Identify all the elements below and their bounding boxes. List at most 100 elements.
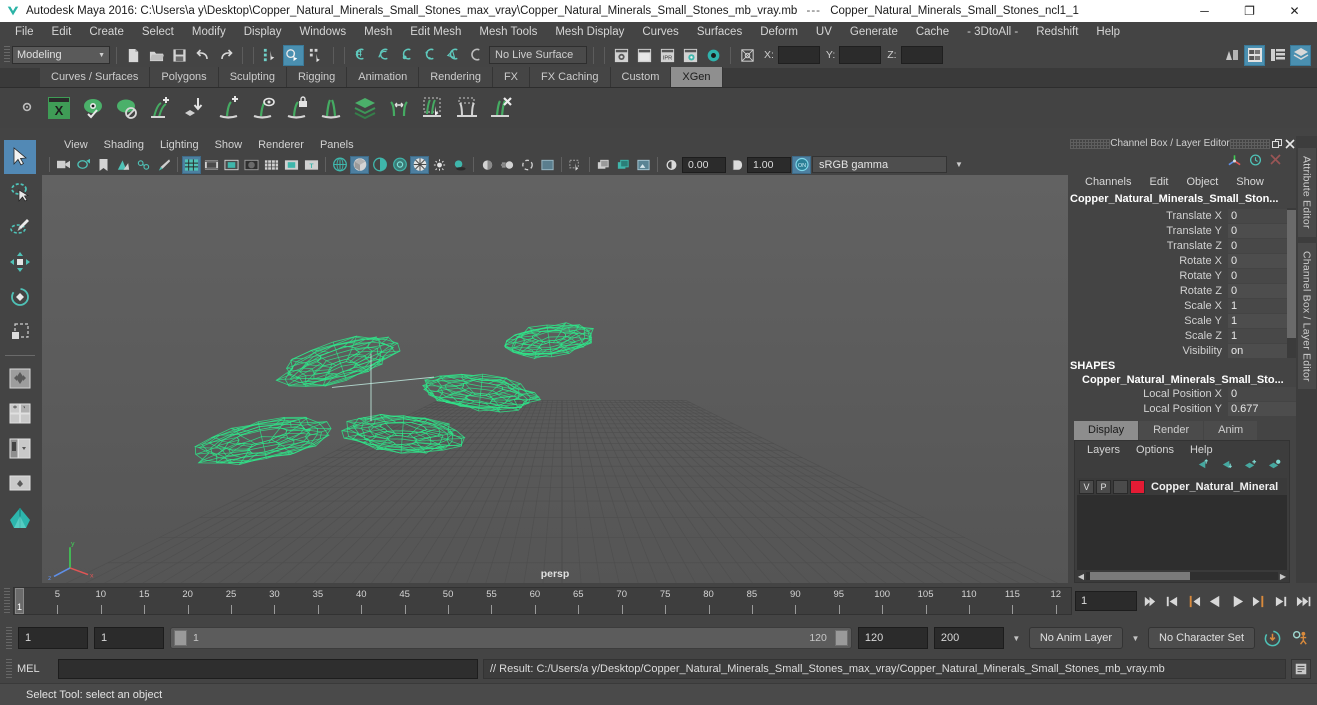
viewport-menu-view[interactable]: View — [56, 138, 96, 152]
z-coord-field[interactable] — [900, 46, 943, 64]
live-surface-field[interactable]: No Live Surface — [489, 46, 587, 64]
bookmark-icon[interactable] — [94, 156, 113, 174]
shelf-tab-sculpting[interactable]: Sculpting — [218, 67, 287, 87]
multisample-icon[interactable] — [518, 156, 537, 174]
time-slider-track[interactable]: 1 5 10 15 20 25 30 35 40 45 50 55 60 65 70 75 80 85 90 95 1… — [13, 587, 1072, 615]
channel-attribute-row[interactable]: Rotate Z 0 — [1068, 283, 1296, 298]
shade-x-ray-icon[interactable] — [370, 156, 389, 174]
layer-display-mode-toggle[interactable] — [1113, 479, 1128, 494]
viewport-menu-show[interactable]: Show — [207, 138, 251, 152]
image-plane-icon[interactable] — [114, 156, 133, 174]
channel-attribute-value[interactable]: 0 — [1228, 238, 1296, 253]
display-layer-alt-icon[interactable] — [614, 156, 633, 174]
channel-attribute-value[interactable]: 1 — [1228, 328, 1296, 343]
step-back-key-icon[interactable] — [1184, 589, 1203, 613]
menu-item-edit-mesh[interactable]: Edit Mesh — [401, 24, 470, 40]
viewport-menu-lighting[interactable]: Lighting — [152, 138, 207, 152]
channel-box-close-icon[interactable] — [1269, 153, 1282, 171]
menu-item-mesh-display[interactable]: Mesh Display — [546, 24, 633, 40]
menu-item-file[interactable]: File — [6, 24, 43, 40]
viewport-menu-panels[interactable]: Panels — [312, 138, 362, 152]
show-hide-tool-settings-icon[interactable] — [1267, 45, 1288, 66]
channel-attribute-value[interactable]: 1 — [1228, 298, 1296, 313]
last-tool-used[interactable] — [4, 362, 36, 396]
anim-start-field[interactable]: 1 — [18, 627, 88, 649]
range-end-handle[interactable] — [834, 630, 848, 646]
menuset-selector[interactable]: Modeling ▼ — [12, 46, 110, 64]
channel-attribute-value[interactable]: 0 — [1228, 283, 1296, 298]
menu-item-select[interactable]: Select — [133, 24, 183, 40]
layer-list-hscrollbar[interactable]: ◀ ▶ — [1075, 570, 1289, 582]
snap-to-view-plane-icon[interactable] — [443, 45, 464, 66]
xgen-preview-guide-icon[interactable] — [248, 93, 278, 123]
minimize-button[interactable]: ─ — [1182, 0, 1227, 22]
y-coord-field[interactable] — [839, 46, 882, 64]
show-hide-attribute-editor-icon[interactable] — [1244, 44, 1265, 66]
animation-preferences-icon[interactable] — [1289, 627, 1311, 649]
viewport-3d-scene[interactable]: y z x — [42, 175, 1068, 583]
display-layer-icon[interactable] — [594, 156, 613, 174]
paint-effects-toggle-icon[interactable] — [154, 156, 173, 174]
single-perspective-layout[interactable] — [4, 467, 36, 501]
xgen-preview-icon[interactable] — [78, 93, 108, 123]
menu-item-help[interactable]: Help — [1087, 24, 1129, 40]
panel-drag-handle[interactable] — [1070, 138, 1110, 149]
layer-editor-tab-anim[interactable]: Anim — [1204, 421, 1258, 440]
channel-attribute-row[interactable]: Scale Z 1 — [1068, 328, 1296, 343]
open-scene-icon[interactable] — [146, 45, 167, 66]
scale-tool[interactable] — [4, 315, 36, 349]
menu-item-mesh[interactable]: Mesh — [355, 24, 401, 40]
resolution-gate-icon[interactable] — [222, 156, 241, 174]
channel-box-menu-object[interactable]: Object — [1177, 175, 1227, 189]
layer-editor-menu-options[interactable]: Options — [1128, 443, 1182, 457]
motion-blur-icon[interactable] — [498, 156, 517, 174]
channel-attribute-value[interactable]: 0 — [1228, 223, 1296, 238]
layer-editor-tab-display[interactable]: Display — [1074, 421, 1139, 440]
xgen-import-collection-icon[interactable] — [180, 93, 210, 123]
viewport-menu-shading[interactable]: Shading — [96, 138, 152, 152]
persp-outliner-layout[interactable] — [4, 432, 36, 466]
screen-space-ao-icon[interactable] — [478, 156, 497, 174]
render-view-icon[interactable] — [611, 45, 632, 66]
menu-item-deform[interactable]: Deform — [751, 24, 807, 40]
step-forward-frame-icon[interactable] — [1272, 589, 1291, 613]
select-object-icon[interactable] — [283, 44, 304, 66]
grid-toggle-icon[interactable] — [182, 155, 201, 174]
isolate-select-icon[interactable] — [538, 156, 557, 174]
channel-attribute-value[interactable]: 0 — [1228, 208, 1296, 223]
command-language-label[interactable]: MEL — [17, 663, 53, 675]
layer-visibility-toggle[interactable]: V — [1079, 479, 1094, 494]
script-editor-icon[interactable] — [1291, 659, 1311, 679]
snap-to-projected-center-icon[interactable] — [420, 45, 441, 66]
shelf-tab-polygons[interactable]: Polygons — [150, 67, 219, 87]
grease-pencil-icon[interactable] — [134, 156, 153, 174]
render-settings-icon[interactable] — [680, 45, 701, 66]
viewport-canvas[interactable]: y z x persp — [42, 175, 1068, 583]
layer-name-label[interactable]: Copper_Natural_Mineral — [1151, 481, 1278, 493]
play-forwards-icon[interactable] — [1228, 589, 1247, 613]
render-current-frame-icon[interactable] — [634, 45, 655, 66]
menu-item-edit[interactable]: Edit — [43, 24, 81, 40]
menu-item-windows[interactable]: Windows — [290, 24, 355, 40]
xgen-add-guide-icon[interactable] — [214, 93, 244, 123]
maya-paint-effects-icon[interactable] — [4, 502, 36, 536]
channel-attribute-row[interactable]: Translate Y 0 — [1068, 223, 1296, 238]
view-transform-icon[interactable]: ON — [792, 155, 811, 174]
chevron-down-icon[interactable]: ▼ — [1010, 634, 1023, 643]
range-start-handle[interactable] — [174, 630, 187, 646]
channel-attribute-row[interactable]: Rotate Y 0 — [1068, 268, 1296, 283]
xray-toggle-icon[interactable] — [566, 156, 585, 174]
anim-layer-selector[interactable]: No Anim Layer — [1028, 627, 1124, 649]
step-back-frame-icon[interactable] — [1162, 589, 1181, 613]
xgen-lock-guide-icon[interactable] — [282, 93, 312, 123]
menu-item-uv[interactable]: UV — [807, 24, 841, 40]
show-hide-channel-box-icon[interactable] — [1290, 44, 1311, 66]
range-slider-track[interactable]: 1 120 — [170, 627, 852, 649]
channel-attribute-value[interactable]: 1 — [1228, 313, 1296, 328]
menu-item-redshift[interactable]: Redshift — [1027, 24, 1087, 40]
menu-item-display[interactable]: Display — [235, 24, 291, 40]
channel-box-axis-icon[interactable] — [1227, 153, 1242, 172]
safe-title-icon[interactable]: T — [302, 156, 321, 174]
new-scene-icon[interactable] — [123, 45, 144, 66]
clock-icon[interactable] — [1248, 153, 1263, 172]
